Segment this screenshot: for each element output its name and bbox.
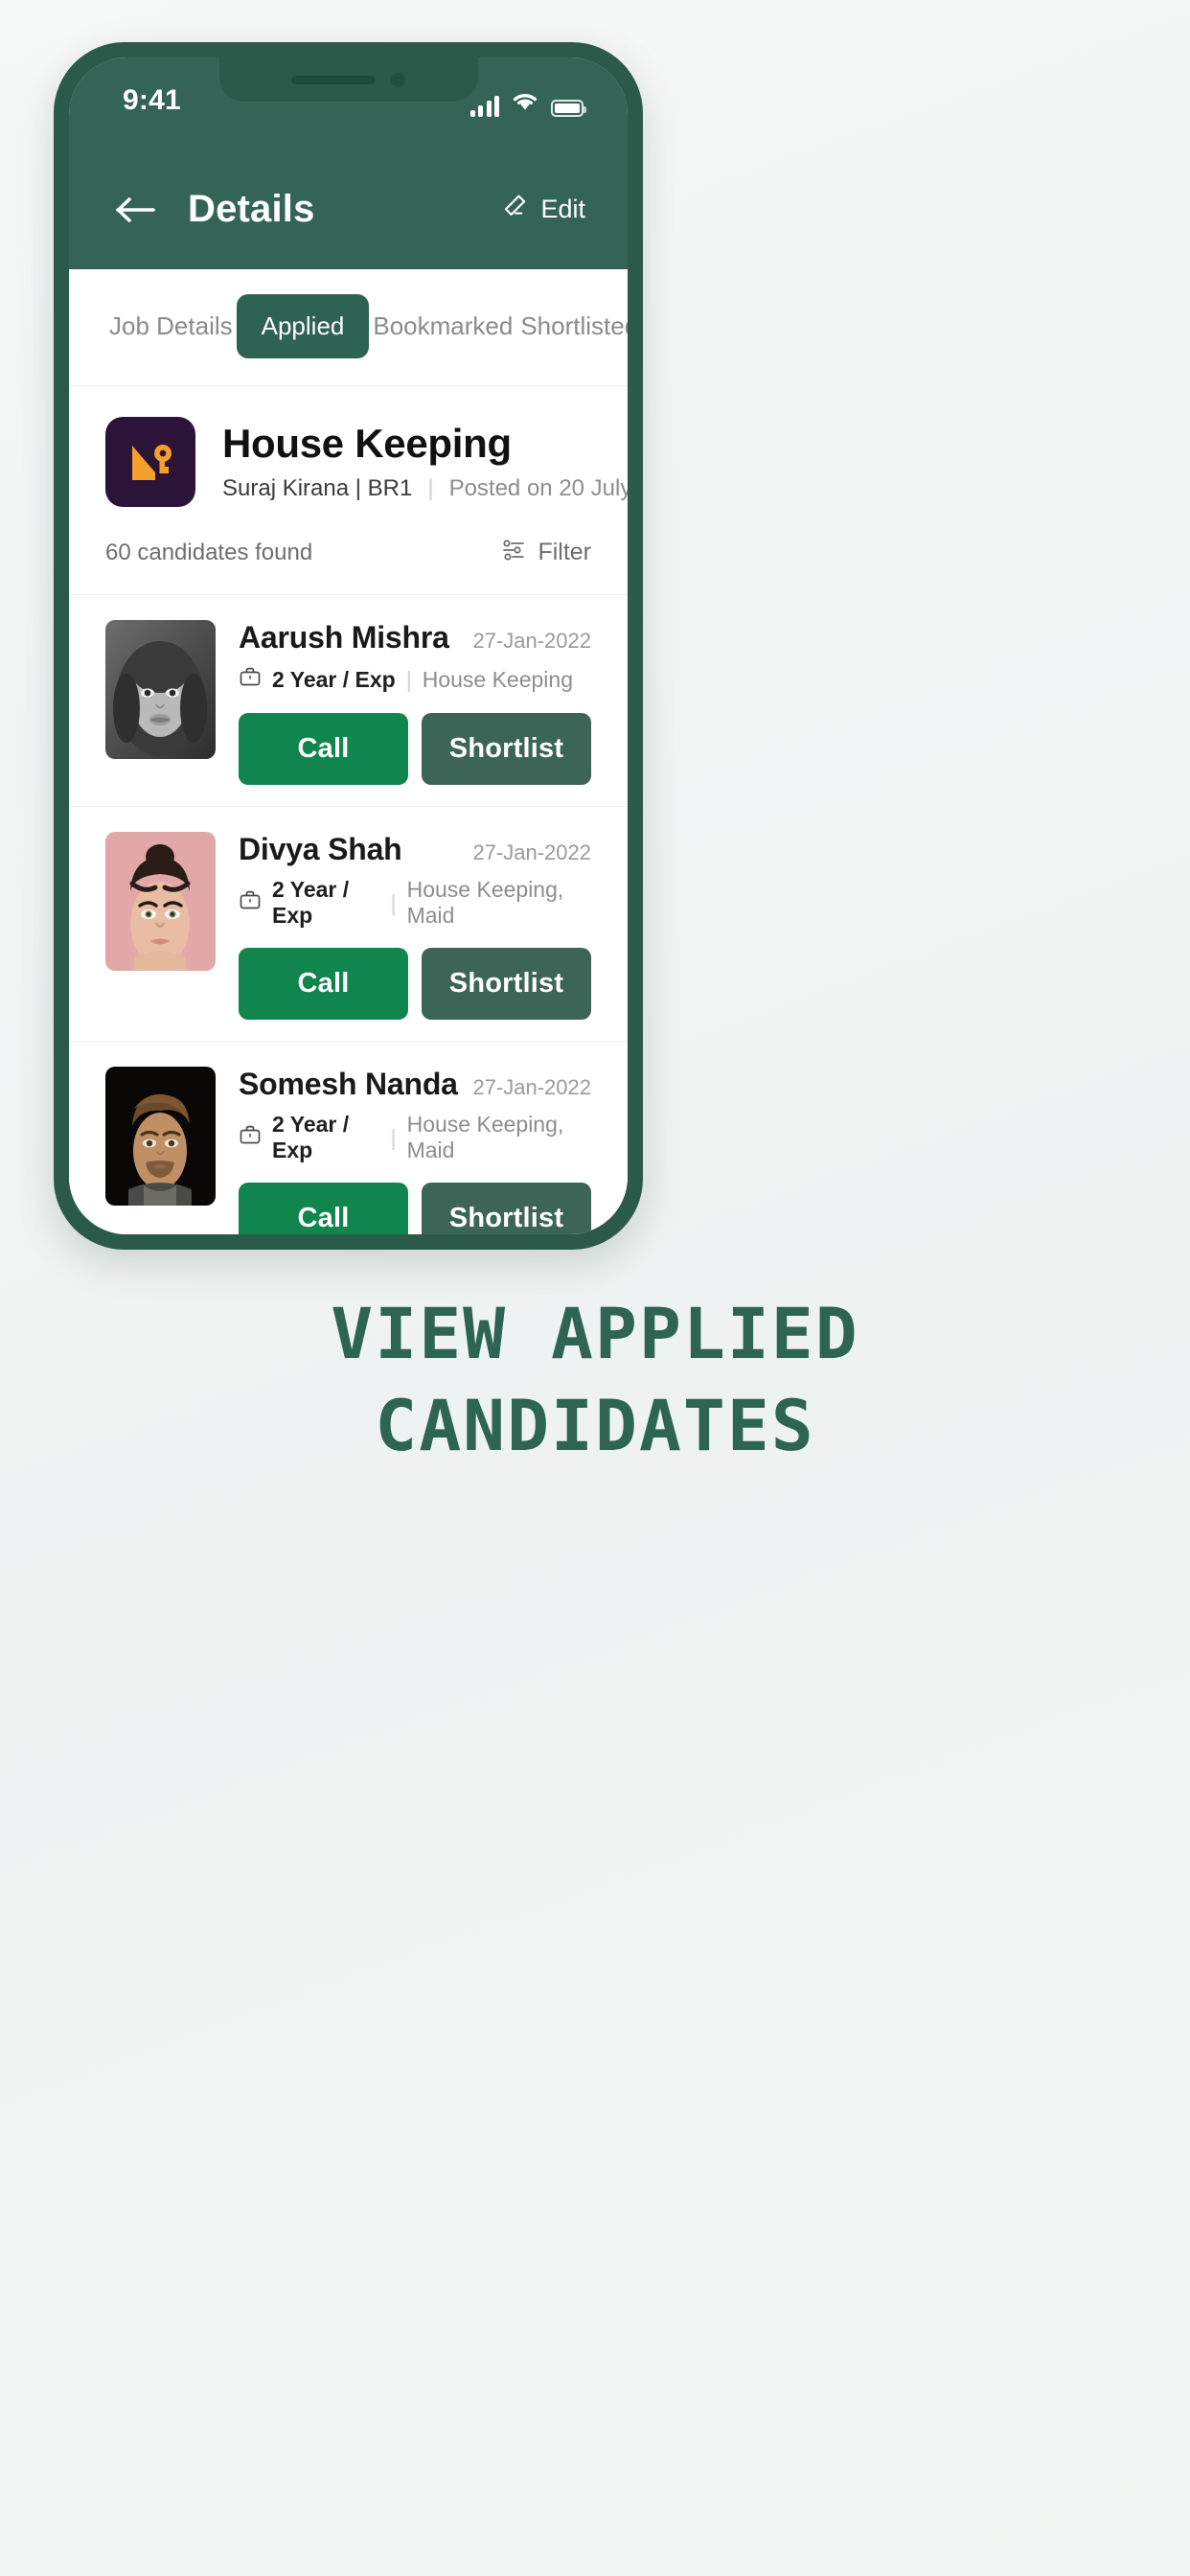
call-button[interactable]: Call: [239, 948, 408, 1020]
filter-sliders-icon: [501, 538, 526, 567]
candidate-years: 2 Year / Exp: [272, 877, 350, 928]
job-summary: House Keeping Suraj Kirana | BR1 | Poste…: [69, 386, 628, 530]
exp-divider: |: [405, 666, 412, 692]
candidate-skills: House Keeping, Maid: [406, 877, 564, 928]
job-posted-date: Posted on 20 July: [448, 475, 628, 502]
tab-bookmarked[interactable]: Bookmarked: [369, 306, 516, 347]
caption-line-1: VIEW APPLIED: [331, 1294, 859, 1375]
candidate-skills: House Keeping, Maid: [406, 1112, 564, 1162]
candidate-card[interactable]: Aarush Mishra 27-Jan-2022 2 Year / Exp |…: [69, 595, 628, 807]
avatar: [105, 620, 216, 759]
candidate-experience-row: 2 Year / Exp | House Keeping, Maid: [239, 1112, 591, 1163]
status-bar-time: 9:41: [123, 84, 181, 116]
shortlist-button[interactable]: Shortlist: [422, 713, 591, 785]
list-header: 60 candidates found Filter: [69, 530, 628, 595]
candidate-card[interactable]: Somesh Nanda 27-Jan-2022 2 Year / Exp | …: [69, 1042, 628, 1234]
job-company: Suraj Kirana | BR1: [222, 475, 413, 502]
tab-bar: Job Details Applied Bookmarked Shortlist…: [69, 269, 628, 386]
candidate-name: Divya Shah: [239, 832, 402, 866]
candidate-header: Divya Shah 27-Jan-2022: [239, 832, 591, 867]
job-title: House Keeping: [222, 420, 512, 466]
candidate-card[interactable]: Divya Shah 27-Jan-2022 2 Year / Exp | Ho…: [69, 807, 628, 1042]
briefcase-icon: [239, 888, 262, 917]
poster-caption: VIEW APPLIED CANDIDATES: [0, 1289, 1190, 1474]
exp-divider: |: [390, 889, 397, 915]
candidate-actions: Call Shortlist: [239, 1183, 591, 1234]
job-sub-divider: |: [427, 475, 434, 502]
tab-shortlisted[interactable]: Shortlisted: [516, 306, 628, 347]
job-meta: House Keeping Suraj Kirana | BR1 | Poste…: [222, 420, 628, 502]
candidate-experience-row: 2 Year / Exp | House Keeping, Maid: [239, 877, 591, 929]
filter-button[interactable]: Filter: [501, 538, 591, 567]
page-title: Details: [188, 188, 315, 230]
candidate-info: Divya Shah 27-Jan-2022 2 Year / Exp | Ho…: [239, 832, 591, 1020]
caption-line-2: CANDIDATES: [375, 1386, 815, 1468]
candidate-date: 27-Jan-2022: [472, 840, 591, 864]
candidate-actions: Call Shortlist: [239, 713, 591, 785]
candidate-skills: House Keeping: [422, 666, 574, 692]
status-bar-icons: [469, 90, 586, 117]
candidate-experience-row: 2 Year / Exp | House Keeping: [239, 665, 591, 694]
battery-icon: [551, 100, 586, 117]
filter-label: Filter: [538, 539, 591, 565]
briefcase-icon: [239, 1123, 262, 1152]
briefcase-icon: [239, 665, 262, 694]
call-button[interactable]: Call: [239, 1183, 408, 1234]
app-header: Details Edit: [69, 150, 628, 269]
call-button[interactable]: Call: [239, 713, 408, 785]
candidate-name: Somesh Nanda: [239, 1067, 458, 1101]
phone-screen: 9:41 Details Edit Job Details Applied Bo…: [69, 58, 628, 1234]
candidate-date: 27-Jan-2022: [472, 1075, 591, 1099]
candidate-count: 60 candidates found: [105, 539, 313, 565]
edit-button-label: Edit: [540, 195, 585, 223]
status-bar: 9:41: [69, 58, 628, 150]
exp-divider: |: [390, 1124, 397, 1150]
poster-canvas: 9:41 Details Edit Job Details Applied Bo…: [0, 0, 1190, 2576]
avatar: [105, 832, 216, 971]
phone-frame: 9:41 Details Edit Job Details Applied Bo…: [54, 42, 643, 1250]
candidate-years: 2 Year / Exp: [272, 666, 396, 692]
wifi-icon: [511, 90, 539, 117]
candidate-years: 2 Year / Exp: [272, 1112, 350, 1162]
edit-button[interactable]: Edit: [501, 193, 585, 226]
tab-applied[interactable]: Applied: [236, 294, 370, 358]
candidate-date: 27-Jan-2022: [472, 629, 591, 653]
job-subtitle: Suraj Kirana | BR1 | Posted on 20 July: [222, 475, 628, 502]
tab-job-details[interactable]: Job Details: [105, 306, 237, 347]
avatar: [105, 1067, 216, 1206]
shortlist-button[interactable]: Shortlist: [422, 948, 591, 1020]
front-camera-icon: [391, 72, 405, 87]
candidate-info: Aarush Mishra 27-Jan-2022 2 Year / Exp |…: [239, 620, 591, 785]
back-arrow-icon[interactable]: [115, 196, 157, 224]
candidate-info: Somesh Nanda 27-Jan-2022 2 Year / Exp | …: [239, 1067, 591, 1234]
earpiece-speaker-icon: [291, 75, 376, 84]
candidate-actions: Call Shortlist: [239, 948, 591, 1020]
cellular-signal-icon: [469, 96, 499, 117]
candidate-header: Somesh Nanda 27-Jan-2022: [239, 1067, 591, 1102]
candidate-name: Aarush Mishra: [239, 620, 449, 655]
phone-notch: [218, 58, 478, 102]
candidate-header: Aarush Mishra 27-Jan-2022: [239, 620, 591, 656]
shortlist-button[interactable]: Shortlist: [422, 1183, 591, 1234]
company-logo-icon: [105, 417, 195, 507]
pencil-edit-icon: [501, 193, 528, 226]
